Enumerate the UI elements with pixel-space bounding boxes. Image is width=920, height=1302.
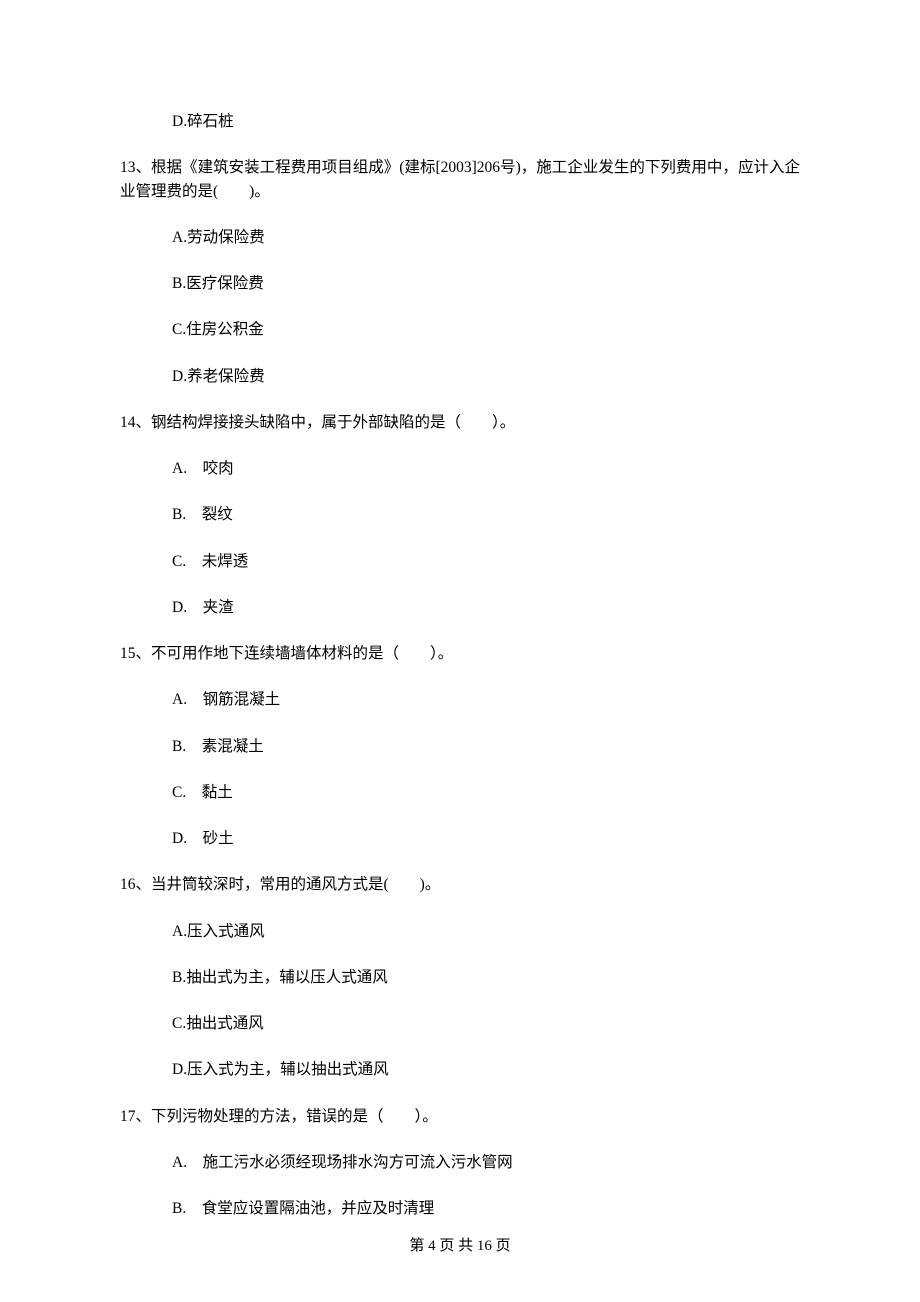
q14-option-d: D. 夹渣 [120, 596, 800, 619]
q15-option-d: D. 砂土 [120, 827, 800, 850]
q16-option-a: A.压入式通风 [120, 920, 800, 943]
q16-option-b: B.抽出式为主，辅以压人式通风 [120, 966, 800, 989]
q14-option-c: C. 未焊透 [120, 550, 800, 573]
q13-option-d: D.养老保险费 [120, 365, 800, 388]
q16-option-d: D.压入式为主，辅以抽出式通风 [120, 1058, 800, 1081]
q14-stem: 14、钢结构焊接接头缺陷中，属于外部缺陷的是（ ）。 [120, 411, 800, 434]
document-page: D.碎石桩 13、根据《建筑安装工程费用项目组成》(建标[2003]206号)，… [0, 0, 920, 1302]
q13-option-b: B.医疗保险费 [120, 272, 800, 295]
page-footer: 第 4 页 共 16 页 [0, 1235, 920, 1258]
q17-stem: 17、下列污物处理的方法，错误的是（ ）。 [120, 1105, 800, 1128]
q15-option-c: C. 黏土 [120, 781, 800, 804]
q13-option-c: C.住房公积金 [120, 318, 800, 341]
q16-stem: 16、当井筒较深时，常用的通风方式是( )。 [120, 873, 800, 896]
q15-option-b: B. 素混凝土 [120, 735, 800, 758]
q17-option-a: A. 施工污水必须经现场排水沟方可流入污水管网 [120, 1151, 800, 1174]
q15-option-a: A. 钢筋混凝土 [120, 688, 800, 711]
q14-option-b: B. 裂纹 [120, 503, 800, 526]
q12-option-d: D.碎石桩 [120, 110, 800, 133]
q14-option-a: A. 咬肉 [120, 457, 800, 480]
q16-option-c: C.抽出式通风 [120, 1012, 800, 1035]
q13-option-a: A.劳动保险费 [120, 226, 800, 249]
q13-stem: 13、根据《建筑安装工程费用项目组成》(建标[2003]206号)，施工企业发生… [120, 156, 800, 203]
q15-stem: 15、不可用作地下连续墙墙体材料的是（ ）。 [120, 642, 800, 665]
q17-option-b: B. 食堂应设置隔油池，并应及时清理 [120, 1197, 800, 1220]
